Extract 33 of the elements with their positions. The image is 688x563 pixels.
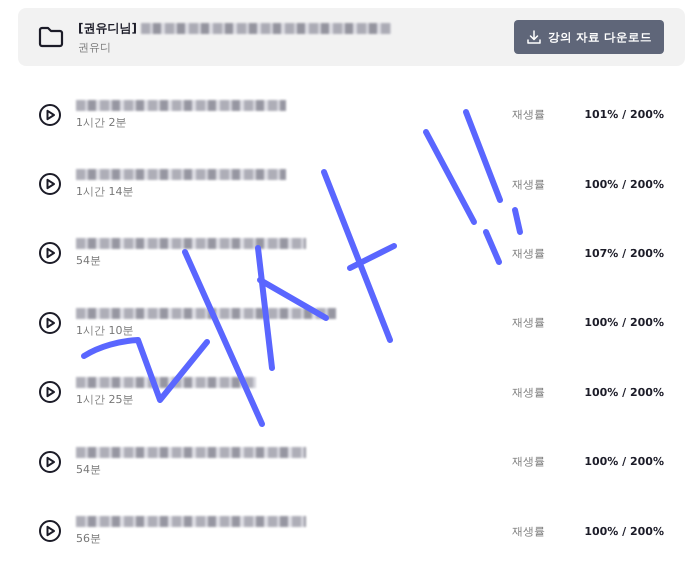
play-icon[interactable] (38, 519, 62, 544)
play-rate: 101% / 200% (583, 108, 664, 122)
download-icon (526, 29, 542, 45)
play-icon[interactable] (38, 380, 62, 404)
play-icon[interactable] (38, 450, 62, 474)
folder-icon (38, 26, 64, 48)
lesson-duration: 1시간 25분 (76, 392, 134, 408)
lesson-duration: 56분 (76, 531, 102, 546)
instructor-name: 권유디 (78, 40, 112, 54)
lesson-duration: 54분 (76, 462, 102, 477)
play-icon[interactable] (38, 102, 62, 127)
rate-label: 재생률 (512, 246, 546, 261)
play-icon[interactable] (38, 241, 62, 266)
rate-label: 재생률 (512, 454, 546, 470)
course-title: [권유디님] (78, 20, 137, 36)
lesson-duration: 1시간 10분 (76, 322, 134, 338)
play-icon[interactable] (38, 172, 62, 196)
play-icon[interactable] (38, 310, 62, 335)
play-rate: 100% / 200% (583, 524, 664, 538)
play-rate: 100% / 200% (583, 178, 664, 191)
rate-label: 재생률 (512, 384, 546, 400)
play-rate: 100% / 200% (583, 316, 664, 330)
rate-label: 재생률 (512, 176, 546, 192)
play-rate: 107% / 200% (583, 246, 664, 260)
play-rate: 100% / 200% (583, 386, 664, 399)
rate-label: 재생률 (512, 315, 546, 330)
download-button[interactable]: 강의 자료 다운로드 (514, 20, 664, 54)
rate-label: 재생률 (512, 107, 546, 122)
lesson-duration: 1시간 2분 (76, 114, 128, 130)
play-rate: 100% / 200% (583, 455, 664, 468)
rate-label: 재생률 (512, 524, 546, 539)
lesson-duration: 54분 (76, 253, 102, 268)
lesson-duration: 1시간 14분 (76, 184, 134, 200)
